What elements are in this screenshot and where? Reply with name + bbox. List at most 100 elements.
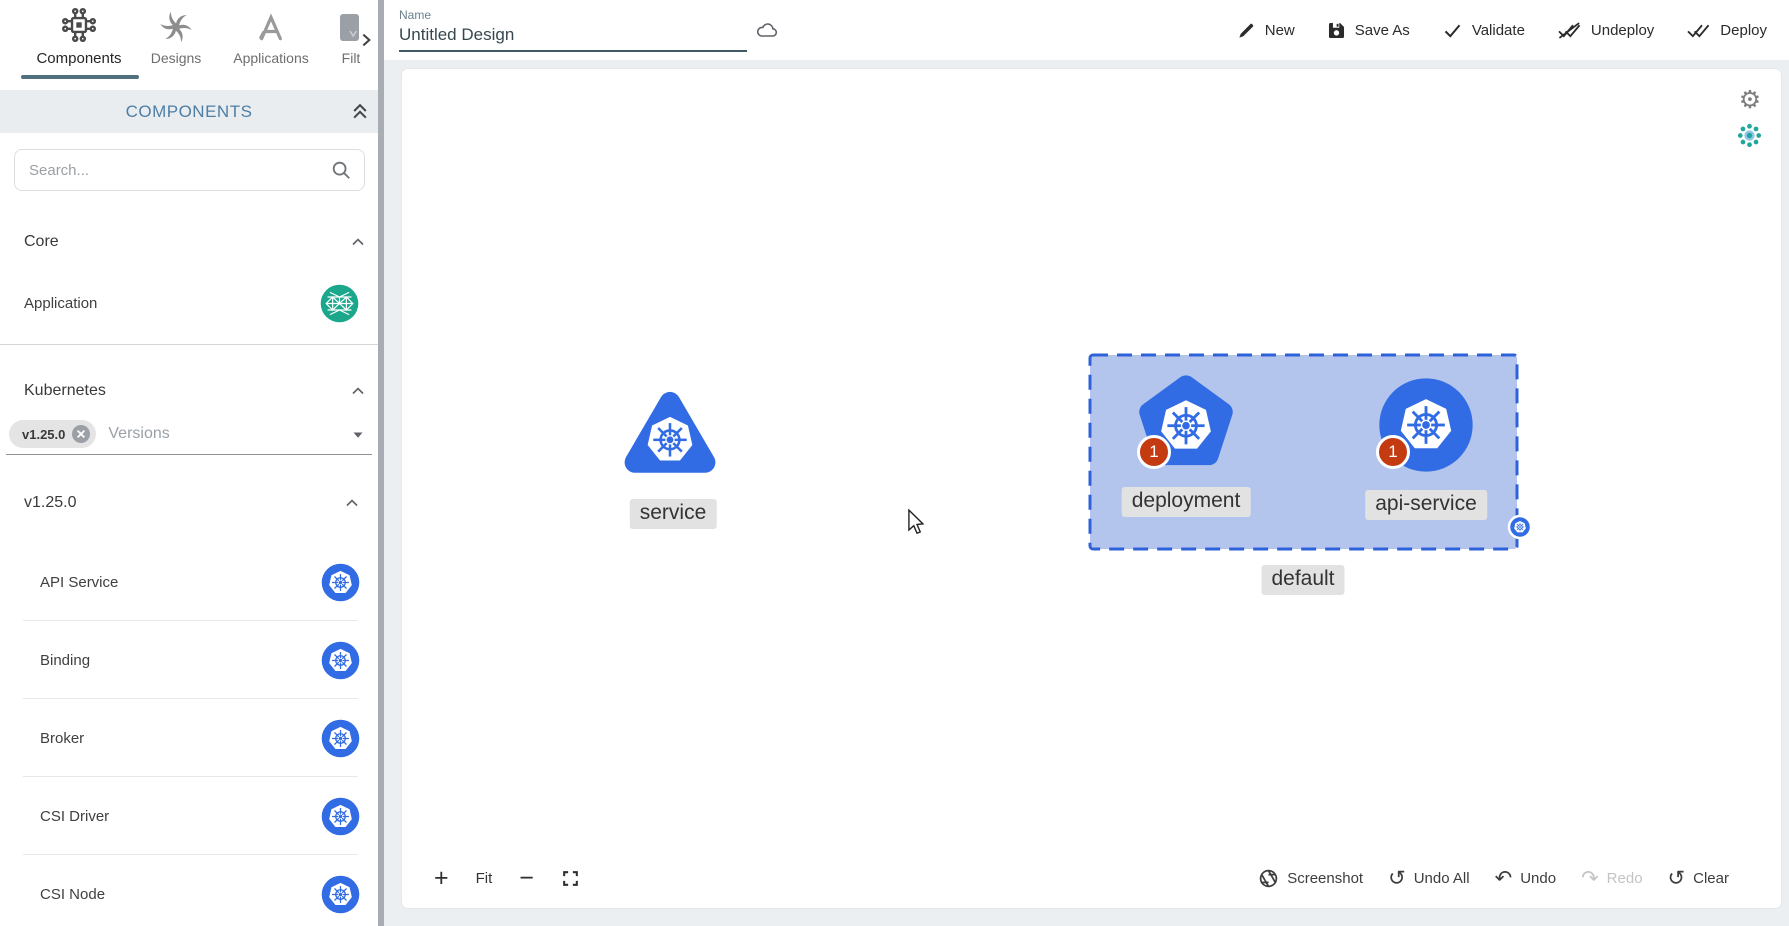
section-kubernetes-title: Kubernetes [24, 382, 106, 400]
tabs-scroll-right-icon[interactable] [358, 32, 374, 48]
tab-components[interactable]: Components [18, 4, 140, 67]
designs-spiral-icon [140, 4, 212, 44]
versions-dropdown-icon[interactable] [349, 425, 367, 443]
save-as-button-label: Save As [1355, 22, 1410, 39]
validate-button-label: Validate [1472, 22, 1525, 39]
new-button-label: New [1265, 22, 1295, 39]
kubernetes-icon [320, 796, 361, 837]
validate-button[interactable]: Validate [1442, 20, 1525, 41]
version-chip: v1.25.0 [9, 420, 96, 448]
component-item-label: CSI Node [40, 886, 105, 903]
name-field-label: Name [399, 8, 431, 22]
undo-all-button-label: Undo All [1414, 870, 1470, 887]
undo-arrow-icon: ↶ [1495, 868, 1513, 888]
design-app: Components Designs [0, 0, 1789, 926]
main-area: Name New [384, 0, 1789, 926]
undeploy-button-label: Undeploy [1591, 22, 1654, 39]
minus-icon: − [519, 864, 534, 893]
topbar-actions: New Save As Validate [1237, 20, 1767, 41]
component-item-broker[interactable]: Broker [0, 699, 378, 777]
panel-title: COMPONENTS [126, 102, 253, 122]
kubernetes-icon [320, 562, 361, 603]
component-item-api-service[interactable]: API Service [0, 543, 378, 621]
shutter-icon [1258, 868, 1279, 889]
check-icon [1442, 20, 1463, 41]
zoom-toolbar: + Fit − [434, 860, 580, 896]
component-item-csi-driver[interactable]: CSI Driver [0, 777, 378, 855]
versions-select[interactable]: v1.25.0 Versions [9, 418, 369, 450]
component-list: API Service Binding Broker CSI Driver CS [0, 543, 378, 926]
component-item-csi-node[interactable]: CSI Node [0, 855, 378, 926]
double-check-slash-icon [1557, 20, 1582, 41]
versions-select-underline [6, 454, 372, 455]
meshery-scope-icon[interactable] [1736, 122, 1763, 149]
tab-designs[interactable]: Designs [140, 4, 212, 66]
collapse-panel-icon[interactable] [350, 101, 370, 121]
node-service-label[interactable]: service [630, 499, 717, 529]
section-divider [0, 344, 378, 345]
section-version-collapse-icon[interactable] [342, 493, 362, 513]
redo-button[interactable]: ↷ Redo [1581, 868, 1642, 888]
deploy-button-label: Deploy [1720, 22, 1767, 39]
clear-button[interactable]: ↺ Clear [1668, 868, 1729, 888]
section-version-title: v1.25.0 [24, 494, 76, 512]
fullscreen-icon [561, 869, 580, 888]
fit-button[interactable]: Fit [476, 870, 493, 887]
undo-all-button[interactable]: ↺ Undo All [1388, 868, 1469, 888]
screenshot-button-label: Screenshot [1287, 870, 1363, 887]
deploy-button[interactable]: Deploy [1686, 20, 1767, 41]
group-edge-kubernetes-icon[interactable] [1507, 514, 1533, 545]
redo-button-label: Redo [1607, 870, 1643, 887]
application-mesh-icon [319, 283, 360, 324]
component-item-binding[interactable]: Binding [0, 621, 378, 699]
component-item-label: Binding [40, 652, 90, 669]
fit-button-label: Fit [476, 870, 493, 887]
search-input[interactable] [29, 162, 330, 179]
deployment-count-badge: 1 [1137, 435, 1171, 469]
rotate-left-icon: ↺ [1668, 868, 1686, 888]
gear-icon[interactable]: ⚙ [1736, 86, 1764, 114]
component-item-application[interactable]: Application [0, 278, 378, 328]
remove-version-icon[interactable] [71, 424, 91, 444]
cloud-icon[interactable] [755, 18, 779, 42]
section-core-collapse-icon[interactable] [348, 232, 368, 252]
mouse-cursor [907, 509, 927, 542]
design-canvas[interactable]: ⚙ service [402, 69, 1781, 908]
redo-arrow-icon: ↷ [1581, 868, 1599, 888]
kubernetes-icon [320, 640, 361, 681]
node-service[interactable] [620, 388, 720, 485]
undo-button[interactable]: ↶ Undo [1495, 868, 1556, 888]
components-sidebar: Components Designs [0, 0, 378, 926]
screenshot-button[interactable]: Screenshot [1258, 868, 1363, 889]
applications-a-icon [218, 4, 324, 44]
component-item-label: Application [24, 295, 97, 312]
zoom-in-button[interactable]: + [434, 864, 449, 893]
design-name-input[interactable] [399, 25, 729, 45]
design-name-field: Name [399, 4, 747, 56]
node-api-service-label[interactable]: api-service [1365, 490, 1487, 520]
component-search [14, 149, 365, 191]
save-as-button[interactable]: Save As [1327, 21, 1410, 40]
section-kubernetes-collapse-icon[interactable] [348, 381, 368, 401]
zoom-out-button[interactable]: − [519, 864, 534, 893]
panel-header: COMPONENTS [0, 90, 378, 133]
tab-components-label: Components [18, 50, 140, 67]
tab-applications[interactable]: Applications [218, 4, 324, 66]
tab-filters-label: Filt [330, 50, 372, 66]
new-button[interactable]: New [1237, 21, 1295, 40]
section-core: Core [24, 228, 368, 256]
floppy-icon [1327, 21, 1346, 40]
components-chip-icon [18, 4, 140, 44]
group-default-label[interactable]: default [1261, 565, 1344, 595]
component-item-label: API Service [40, 574, 118, 591]
topbar: Name New [384, 0, 1789, 60]
undeploy-button[interactable]: Undeploy [1557, 20, 1654, 41]
version-chip-label: v1.25.0 [22, 427, 65, 442]
node-deployment-label[interactable]: deployment [1122, 487, 1251, 517]
undo-button-label: Undo [1520, 870, 1556, 887]
history-toolbar: Screenshot ↺ Undo All ↶ Undo ↷ Redo ↺ Cl… [1258, 860, 1729, 896]
fullscreen-button[interactable] [561, 869, 580, 888]
rotate-left-icon: ↺ [1388, 868, 1406, 888]
clear-button-label: Clear [1693, 870, 1729, 887]
search-icon[interactable] [330, 159, 352, 181]
